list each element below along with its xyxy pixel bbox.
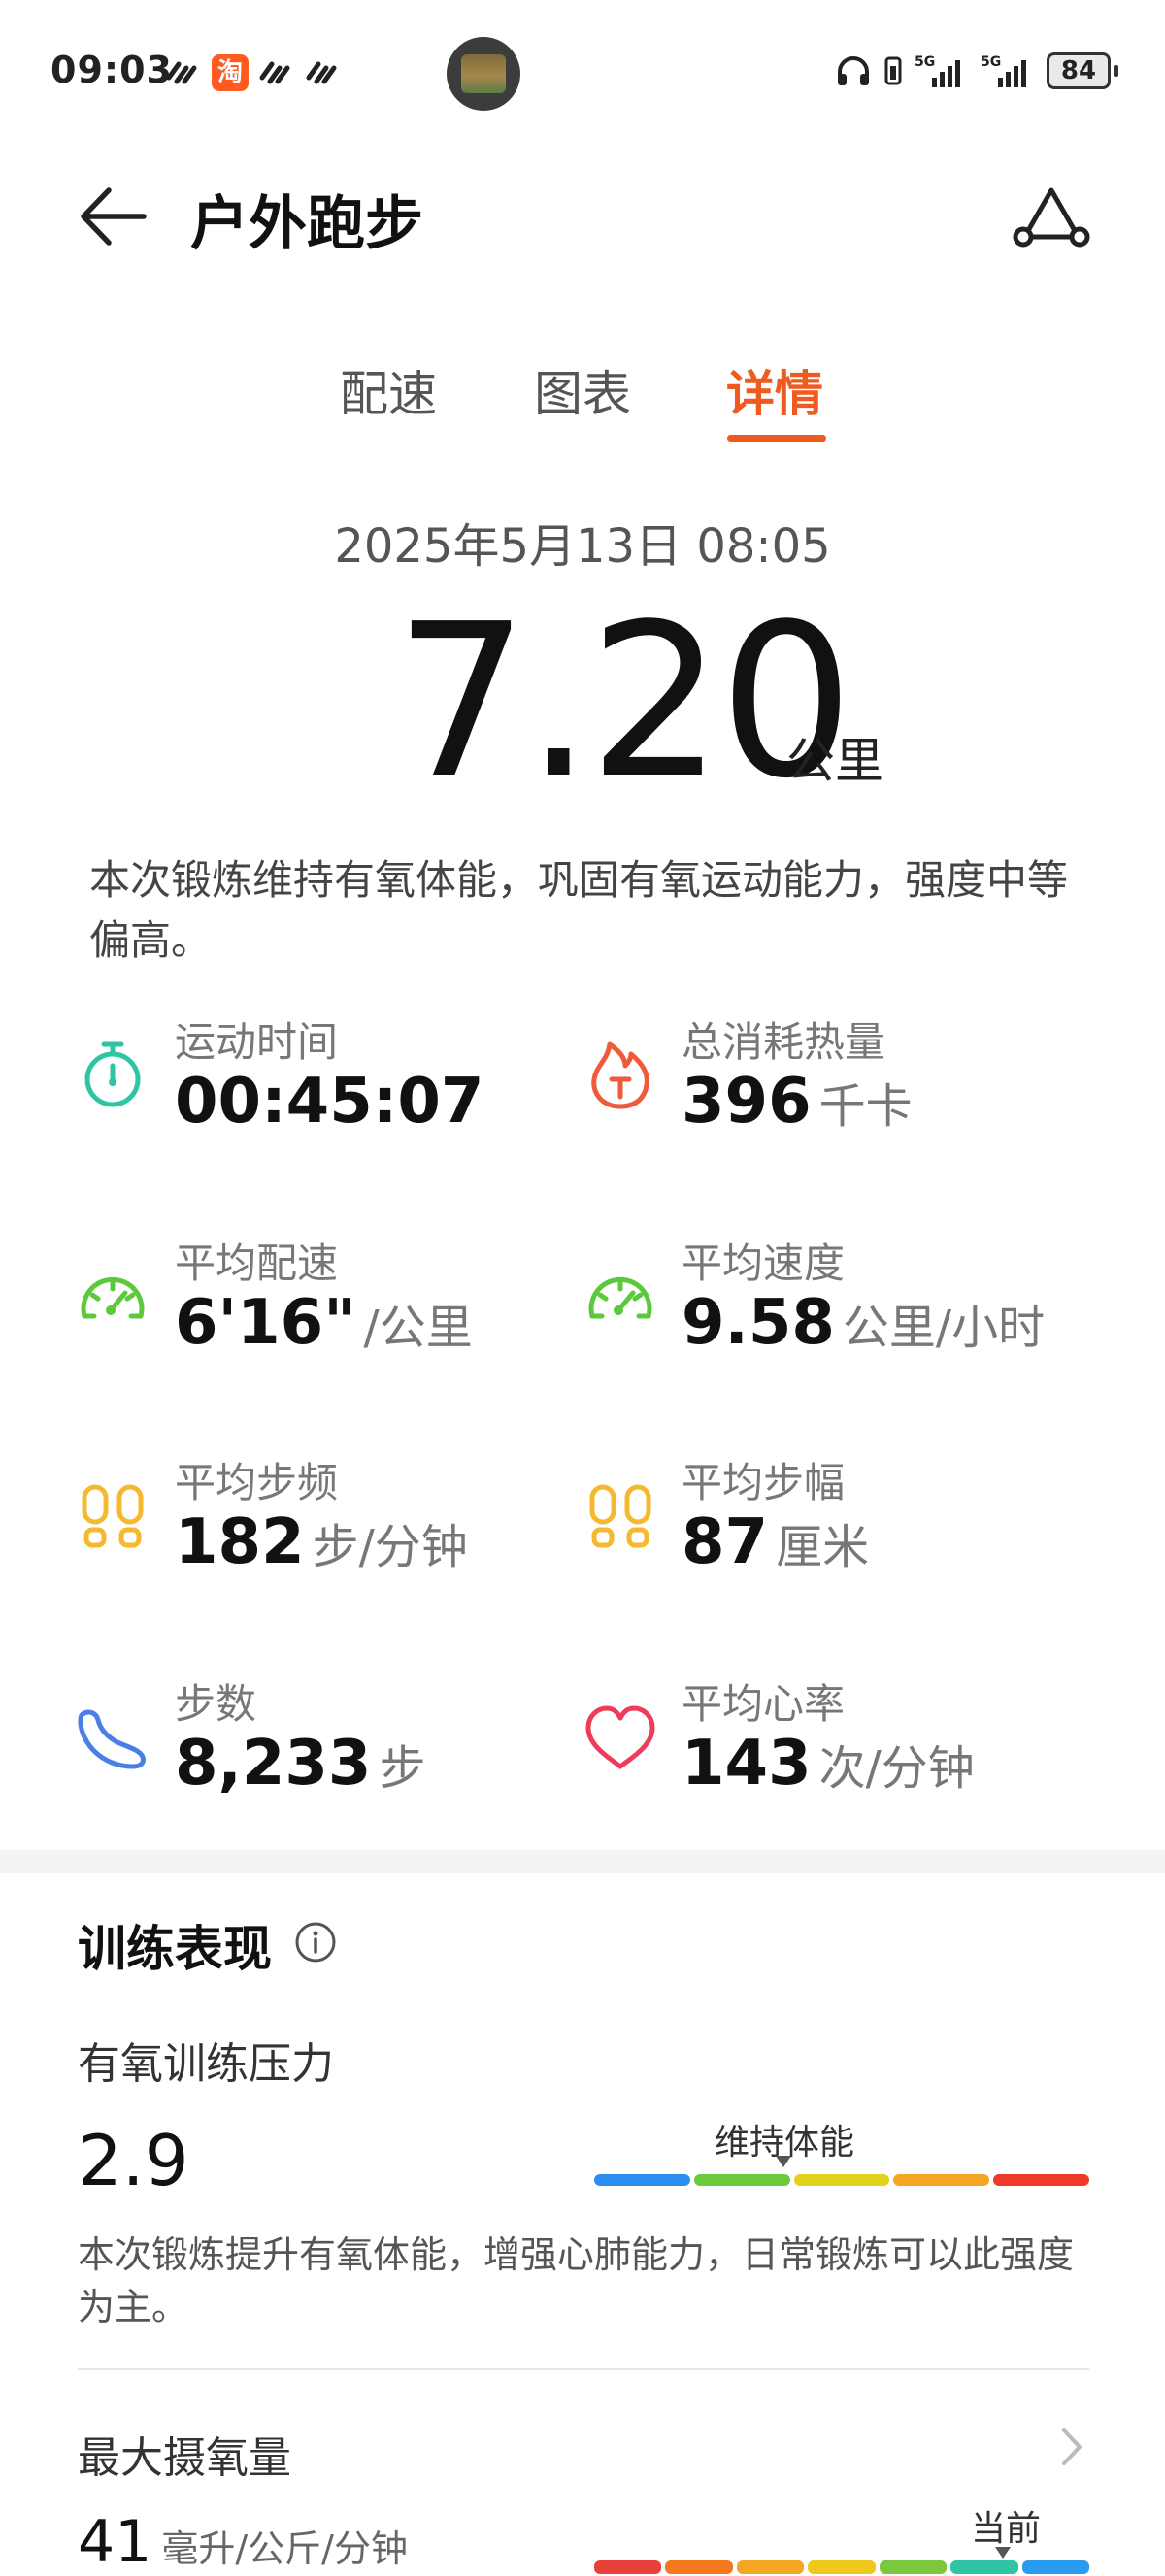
svg-text:5G: 5G: [981, 54, 1001, 70]
metric-number: 143: [682, 1728, 812, 1800]
metric-label: 平均步幅: [682, 1459, 846, 1506]
metric-number: 00:45:07: [175, 1066, 484, 1138]
chevron-right-icon[interactable]: [1054, 2421, 1089, 2473]
page-title: 户外跑步: [190, 190, 423, 258]
current-level-marker: [995, 2547, 1011, 2559]
speedometer-icon: [588, 1276, 652, 1319]
footprints-icon: [82, 1484, 144, 1548]
metric-value: 87 厘米: [682, 1506, 869, 1578]
aerobic-load-scale: [594, 2174, 1089, 2186]
floating-avatar[interactable]: [447, 37, 520, 111]
scale-segment: [693, 2174, 790, 2186]
scale-segment: [736, 2560, 805, 2574]
metric-unit: /公里: [363, 1301, 473, 1355]
metric-value: 182 步/分钟: [175, 1506, 468, 1578]
vo2max-scale: [594, 2560, 1089, 2574]
metric-number: 9.58: [682, 1287, 835, 1359]
footprints-icon: [589, 1484, 651, 1548]
metric-value: 143 次/分钟: [682, 1728, 975, 1800]
headphones-icon: [838, 56, 869, 85]
scale-segment: [993, 2174, 1089, 2186]
scale-segment: [594, 2560, 662, 2574]
notification-icon: [306, 61, 337, 84]
scale-segment: [808, 2560, 876, 2574]
stopwatch-icon: [84, 1041, 141, 1107]
training-performance-title: 训练表现: [78, 1921, 272, 1977]
signal-5g-icon: 5G: [915, 54, 960, 87]
metric-number: 182: [175, 1506, 305, 1578]
scale-segment: [950, 2560, 1018, 2574]
status-time: 09:03: [50, 49, 173, 91]
metric-unit: 步: [379, 1741, 426, 1796]
active-tab-indicator: [727, 435, 826, 442]
info-icon[interactable]: [293, 1920, 338, 1965]
aerobic-training-load-label: 有氧训练压力: [78, 2039, 334, 2089]
tab-pace[interactable]: 配速: [340, 355, 437, 425]
metric-label: 平均速度: [682, 1239, 846, 1287]
divider: [78, 2368, 1089, 2370]
scale-segment: [893, 2174, 990, 2186]
distance-unit: 公里: [786, 733, 883, 789]
taobao-app-icon: 淘: [212, 54, 249, 91]
metric-label: 平均步频: [175, 1459, 339, 1506]
vo2max-value: 41 毫升/公斤/分钟: [78, 2508, 408, 2576]
vo2max-unit: 毫升/公斤/分钟: [161, 2527, 408, 2570]
section-separator: [0, 1850, 1165, 1873]
workout-summary: 本次锻炼维持有氧体能，巩固有氧运动能力，强度中等偏高。: [89, 856, 1069, 964]
battery-indicator: 84: [1047, 52, 1118, 89]
metric-value: 8,233 步: [175, 1728, 425, 1800]
metric-label: 步数: [175, 1680, 257, 1728]
metric-value: 396 千卡: [682, 1066, 913, 1138]
metric-label: 平均心率: [682, 1680, 846, 1728]
current-level-label: 当前: [971, 2509, 1042, 2549]
battery-tip: [1114, 65, 1118, 77]
metric-unit: 厘米: [776, 1520, 870, 1574]
system-status-icons: 5G 5G 84: [835, 52, 1118, 89]
metric-value: 00:45:07: [175, 1066, 483, 1138]
vo2max-number: 41: [78, 2508, 152, 2576]
metric-label: 平均配速: [175, 1239, 339, 1287]
notification-icon: [259, 61, 290, 84]
scale-segment: [665, 2560, 733, 2574]
metric-unit: 千卡: [818, 1079, 913, 1134]
distance-value: 7.20: [394, 579, 853, 825]
speedometer-icon: [81, 1276, 145, 1319]
flame-icon: [591, 1041, 649, 1109]
level-marker: [776, 2156, 791, 2167]
aerobic-training-load-value: 2.9: [78, 2120, 189, 2201]
signal-5g-icon: 5G: [981, 54, 1026, 87]
metric-unit: 步/分钟: [312, 1520, 468, 1574]
metric-label: 运动时间: [175, 1018, 339, 1066]
metric-number: 87: [682, 1506, 769, 1578]
metric-label: 总消耗热量: [682, 1018, 886, 1066]
scale-segment: [594, 2174, 690, 2186]
metric-number: 396: [682, 1066, 812, 1138]
metric-number: 6'16": [175, 1287, 356, 1359]
scale-segment: [793, 2174, 890, 2186]
heart-icon: [585, 1705, 655, 1769]
metric-number: 8,233: [175, 1728, 372, 1800]
scale-segment: [1021, 2560, 1089, 2574]
scale-segment: [879, 2560, 948, 2574]
route-share-icon[interactable]: [1008, 177, 1095, 254]
metric-unit: 公里/小时: [842, 1301, 1046, 1355]
vibrate-icon: [884, 56, 902, 85]
vo2max-label[interactable]: 最大摄氧量: [78, 2423, 291, 2485]
notification-icons: 淘: [165, 54, 342, 91]
metric-unit: 次/分钟: [818, 1741, 975, 1796]
metric-value: 6'16"/公里: [175, 1287, 473, 1359]
battery-level: 84: [1047, 52, 1111, 89]
back-arrow-icon[interactable]: [76, 182, 153, 250]
workout-datetime: 2025年5月13日 08:05: [334, 519, 831, 574]
tab-chart[interactable]: 图表: [534, 355, 631, 425]
shoe-icon: [78, 1709, 146, 1769]
avatar-image: [461, 54, 506, 93]
metric-value: 9.58 公里/小时: [682, 1287, 1045, 1359]
notification-icon: [166, 61, 197, 84]
svg-text:5G: 5G: [915, 54, 935, 70]
tab-details[interactable]: 详情: [726, 355, 823, 425]
aerobic-description: 本次锻炼提升有氧体能，增强心肺能力，日常锻炼可以此强度为主。: [78, 2233, 1075, 2328]
